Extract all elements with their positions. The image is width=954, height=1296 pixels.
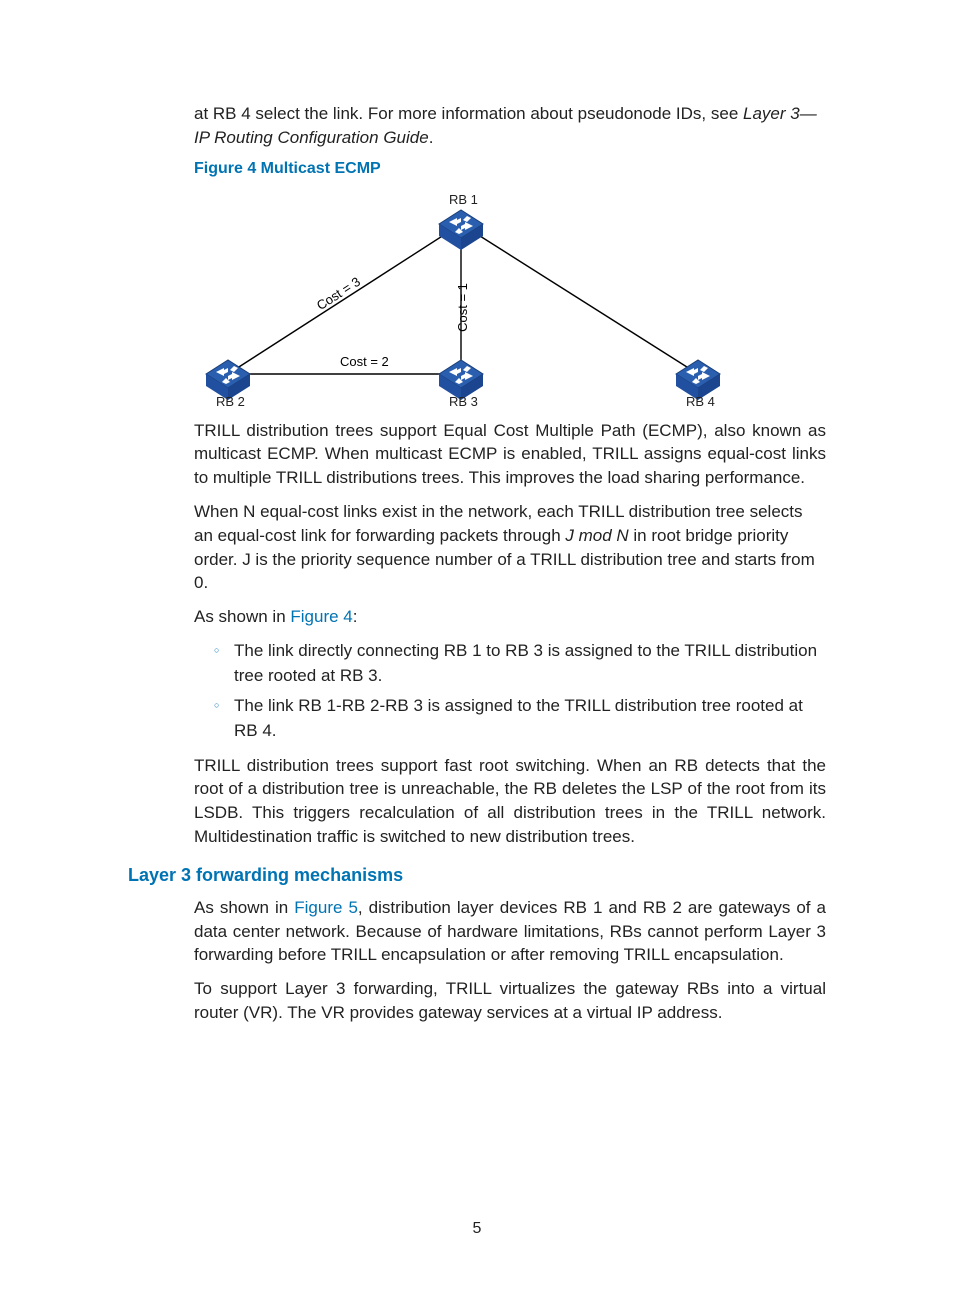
- intro-text-b: .: [429, 128, 434, 147]
- section-l3-title: Layer 3 forwarding mechanisms: [128, 865, 826, 886]
- label-rb2: RB 2: [216, 394, 245, 409]
- fig4ref-b: :: [353, 607, 358, 626]
- fig4ref-a: As shown in: [194, 607, 290, 626]
- bullet-list: The link directly connecting RB 1 to RB …: [194, 639, 826, 744]
- li1-text: The link directly connecting RB 1 to RB …: [234, 641, 817, 685]
- label-cost-2: Cost = 2: [340, 354, 389, 369]
- list-item: The link RB 1-RB 2-RB 3 is assigned to t…: [218, 694, 826, 743]
- page-number: 5: [0, 1220, 954, 1238]
- para-fig4-ref: As shown in Figure 4:: [194, 605, 826, 629]
- para-l3-a: As shown in Figure 5, distribution layer…: [194, 896, 826, 967]
- figure-4-title: Figure 4 Multicast ECMP: [194, 160, 826, 178]
- para-jmodn: When N equal-cost links exist in the net…: [194, 500, 826, 595]
- l3-a-a: As shown in: [194, 898, 294, 917]
- label-rb3: RB 3: [449, 394, 478, 409]
- intro-text-a: at RB 4 select the link. For more inform…: [194, 104, 743, 123]
- li2-text: The link RB 1-RB 2-RB 3 is assigned to t…: [234, 696, 803, 740]
- intro-paragraph: at RB 4 select the link. For more inform…: [194, 102, 826, 150]
- label-rb4: RB 4: [686, 394, 715, 409]
- label-rb1: RB 1: [449, 192, 478, 207]
- para-fastroot: TRILL distribution trees support fast ro…: [194, 754, 826, 849]
- figure-5-link[interactable]: Figure 5: [294, 898, 358, 917]
- figure-4-diagram: RB 1 RB 2 RB 3 RB 4 Cost = 3 Cost = 1 Co…: [194, 184, 734, 409]
- para-ecmp-intro: TRILL distribution trees support Equal C…: [194, 419, 826, 490]
- label-cost-1: Cost = 1: [455, 283, 470, 332]
- list-item: The link directly connecting RB 1 to RB …: [218, 639, 826, 688]
- para-l3-b: To support Layer 3 forwarding, TRILL vir…: [194, 977, 826, 1025]
- figure-4-link[interactable]: Figure 4: [290, 607, 352, 626]
- jmodn-italic: J mod N: [565, 526, 628, 545]
